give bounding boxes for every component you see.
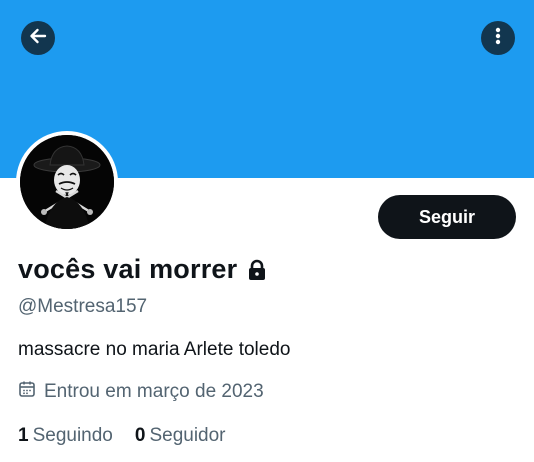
back-button[interactable]: [21, 21, 55, 55]
joined-date: Entrou em março de 2023: [18, 380, 264, 404]
followers-link[interactable]: 0 Seguidor: [135, 425, 226, 447]
following-link[interactable]: 1 Seguindo: [18, 425, 113, 447]
lock-icon: [247, 259, 267, 281]
profile-stats: 1 Seguindo 0 Seguidor: [18, 425, 226, 447]
calendar-icon: [18, 380, 44, 404]
profile-name-row: vocês vai morrer: [18, 254, 267, 285]
following-count: 1: [18, 425, 29, 446]
following-label: Seguindo: [32, 425, 113, 446]
profile-bio: massacre no maria Arlete toledo: [18, 339, 291, 360]
arrow-left-icon: [28, 26, 48, 51]
avatar[interactable]: [16, 131, 118, 233]
more-button[interactable]: [481, 21, 515, 55]
joined-text: Entrou em março de 2023: [44, 381, 264, 402]
followers-count: 0: [134, 425, 146, 446]
profile-handle: @Mestresa157: [18, 296, 148, 317]
follow-button[interactable]: Seguir: [378, 195, 516, 239]
more-vertical-icon: [488, 26, 508, 51]
followers-label: Seguidor: [149, 425, 226, 446]
display-name: vocês vai morrer: [18, 254, 238, 284]
masked-figure-avatar-icon: [20, 135, 114, 229]
